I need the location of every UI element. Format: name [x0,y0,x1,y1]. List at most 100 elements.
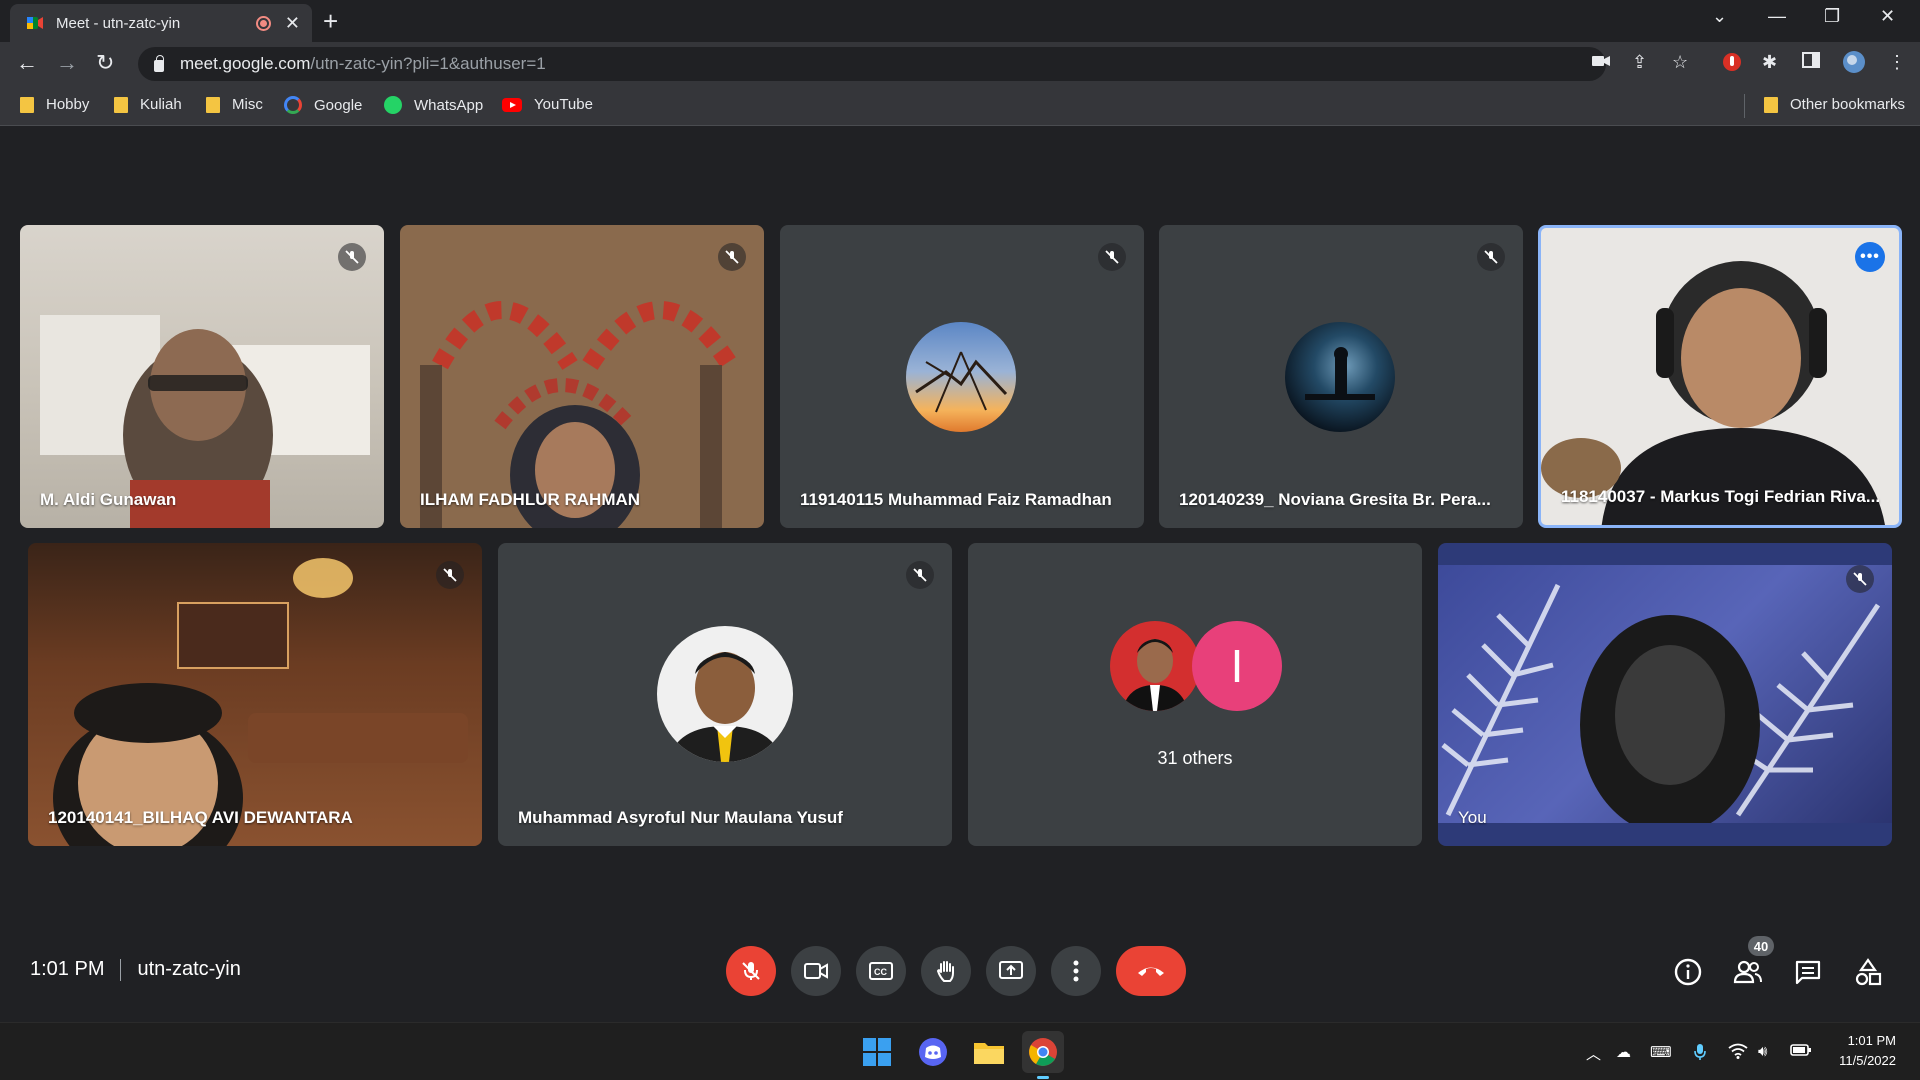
volume-icon[interactable]: 🔊︎ [1758,1043,1767,1060]
people-icon [1733,960,1762,984]
onedrive-icon[interactable]: ☁ [1616,1043,1631,1061]
participant-tile[interactable]: M. Aldi Gunawan [20,225,384,528]
restore-button[interactable]: ❐ [1824,6,1840,27]
participant-avatar [657,626,793,762]
bookmark-google[interactable]: Google [284,96,362,114]
folder-icon [20,96,34,113]
system-clock[interactable]: 1:01 PM 11/5/2022 [1839,1031,1896,1071]
activities-icon [1855,958,1882,986]
profile-avatar[interactable] [1842,50,1866,79]
captions-button[interactable]: CC [856,946,906,996]
present-icon [999,961,1023,979]
muted-mic-icon [1846,565,1874,593]
others-avatar-photo [1110,621,1200,711]
chat-icon [1795,960,1821,985]
self-video [1438,565,1892,835]
participant-tile-speaking[interactable]: ••• 118140037 - Markus Togi Fedrian Riva… [1538,225,1902,528]
microphone-in-use-icon[interactable] [1694,1043,1706,1065]
participant-name: 119140115 Muhammad Faiz Ramadhan [800,490,1112,509]
bookmark-kuliah[interactable]: Kuliah [114,96,182,113]
participant-name: 120140141_BILHAQ AVI DEWANTARA [48,808,353,827]
back-button[interactable]: ← [16,50,38,76]
lock-icon[interactable] [154,55,164,72]
discord-icon[interactable] [912,1031,954,1073]
more-vert-icon [1073,960,1079,982]
more-options-button[interactable] [1051,946,1101,996]
bookmark-whatsapp[interactable]: WhatsApp [384,96,483,114]
windows-start-icon[interactable] [856,1031,898,1073]
meeting-details: 1:01 PM utn-zatc-yin [30,958,241,981]
mic-off-button[interactable] [726,946,776,996]
present-screen-button[interactable] [986,946,1036,996]
url-host: meet.google.com [180,54,311,73]
side-panel-icon[interactable] [1802,52,1820,73]
info-icon [1674,958,1702,986]
bookmark-misc[interactable]: Misc [206,96,263,113]
muted-mic-icon [906,561,934,589]
captions-icon: CC [869,962,893,980]
muted-mic-icon [338,243,366,271]
tab-close-icon[interactable]: ✕ [285,13,300,34]
others-tile[interactable]: I 31 others [968,543,1422,846]
participant-name: Muhammad Asyroful Nur Maulana Yusuf [518,808,843,827]
participant-tile[interactable]: Muhammad Asyroful Nur Maulana Yusuf [498,543,952,846]
chrome-taskbar-icon[interactable] [1022,1031,1064,1079]
leave-call-button[interactable] [1116,946,1186,996]
participant-tile[interactable]: 120140141_BILHAQ AVI DEWANTARA [28,543,482,846]
folder-icon [1764,96,1778,113]
mic-off-icon [742,962,760,980]
whatsapp-icon [384,96,402,114]
minimize-button[interactable]: — [1768,6,1786,27]
new-tab-button[interactable]: + [323,6,338,37]
meeting-details-button[interactable] [1672,956,1704,988]
participant-tile[interactable]: 119140115 Muhammad Faiz Ramadhan [780,225,1144,528]
end-call-icon [1138,967,1164,976]
address-bar[interactable]: meet.google.com/utn-zatc-yin?pli=1&authu… [138,47,1606,81]
participant-name: 120140239_ Noviana Gresita Br. Pera... [1179,490,1491,509]
participant-tile[interactable]: ILHAM FADHLUR RAHMAN [400,225,764,528]
tab-strip: Meet - utn-zatc-yin ✕ + ⌄ — ❐ ✕ [0,0,1920,42]
recording-icon [255,15,271,31]
camera-button[interactable] [791,946,841,996]
bookmark-hobby[interactable]: Hobby [20,96,89,113]
muted-mic-icon [718,243,746,271]
raise-hand-button[interactable] [921,946,971,996]
people-button[interactable] [1732,956,1764,988]
tab-title: Meet - utn-zatc-yin [56,14,181,32]
more-options-icon[interactable]: ••• [1855,242,1885,272]
meet-favicon [26,14,44,32]
tray-overflow-icon[interactable]: ︿ [1586,1043,1601,1064]
tab-search-icon[interactable]: ⌄ [1712,6,1727,27]
forward-button[interactable]: → [56,50,78,76]
bookmarks-bar: Hobby Kuliah Misc Google WhatsApp YouTub… [0,86,1920,126]
battery-icon[interactable] [1790,1043,1812,1061]
camera-in-use-icon[interactable] [1592,52,1610,73]
extensions-puzzle-icon[interactable]: ✱ [1762,52,1777,73]
chrome-menu-icon[interactable]: ⋮ [1888,52,1906,73]
chat-button[interactable] [1792,956,1824,988]
participant-name: ILHAM FADHLUR RAHMAN [420,490,641,509]
keyboard-icon[interactable]: ⌨ [1650,1043,1672,1061]
url-path: /utn-zatc-yin?pli=1&authuser=1 [310,54,546,73]
wifi-icon[interactable] [1728,1043,1748,1063]
share-icon[interactable]: ⇪ [1632,52,1647,73]
close-window-button[interactable]: ✕ [1880,6,1895,27]
muted-mic-icon [436,561,464,589]
folder-icon [114,96,128,113]
muted-mic-icon [1098,243,1126,271]
windows-taskbar: ︿ ☁ ⌨ 🔊︎ 1:01 PM 11/5/2022 [0,1022,1920,1080]
other-bookmarks[interactable]: Other bookmarks [1764,96,1905,113]
participant-tile[interactable]: 120140239_ Noviana Gresita Br. Pera... [1159,225,1523,528]
active-app-indicator [1037,1076,1049,1079]
file-explorer-icon[interactable] [968,1031,1010,1073]
clock-date: 11/5/2022 [1839,1053,1896,1068]
extension-red-icon[interactable] [1722,52,1742,77]
activities-button[interactable] [1852,956,1884,988]
bookmark-youtube[interactable]: YouTube [502,96,593,113]
bookmark-divider [1744,94,1745,118]
meeting-code: utn-zatc-yin [137,958,241,980]
bookmark-star-icon[interactable]: ☆ [1672,52,1688,73]
tab-meet[interactable]: Meet - utn-zatc-yin ✕ [10,4,312,42]
self-tile[interactable]: You [1438,543,1892,846]
reload-button[interactable]: ↻ [96,50,114,76]
